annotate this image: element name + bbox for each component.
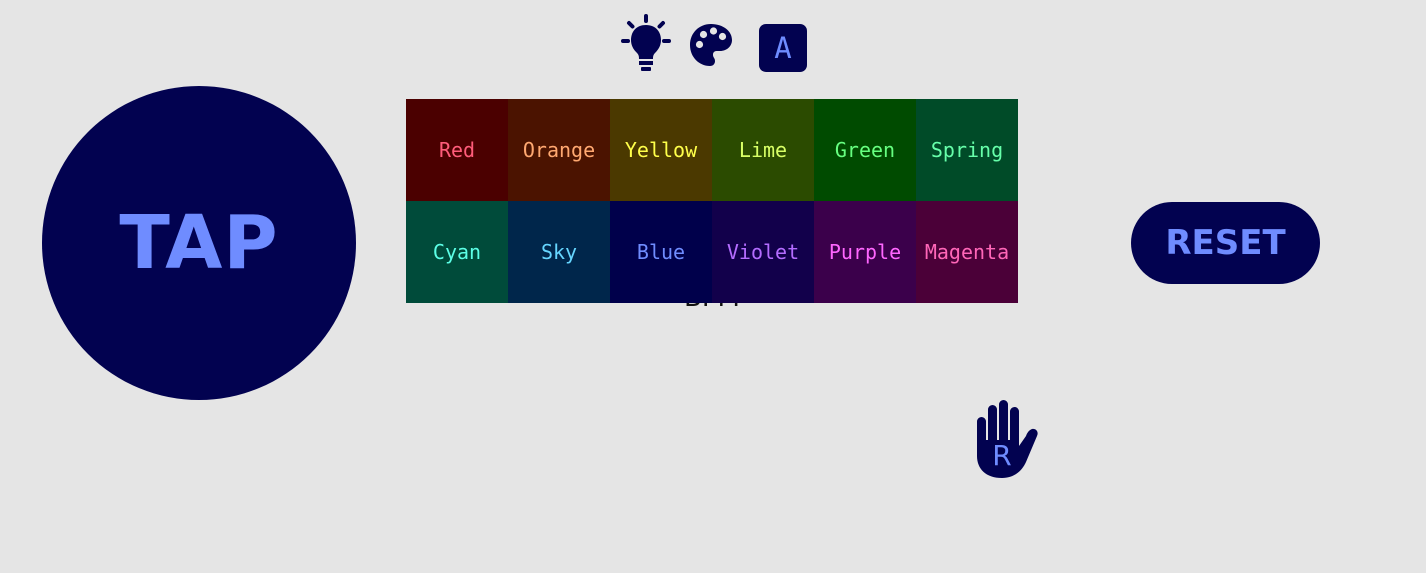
color-swatch-yellow[interactable]: Yellow [610, 99, 712, 201]
color-swatch-orange[interactable]: Orange [508, 99, 610, 201]
hand-icon[interactable]: R [972, 398, 1042, 480]
color-swatch-purple[interactable]: Purple [814, 201, 916, 303]
lightbulb-icon[interactable] [620, 14, 672, 74]
hand-letter: R [992, 439, 1012, 472]
color-swatch-blue[interactable]: Blue [610, 201, 712, 303]
color-swatch-sky[interactable]: Sky [508, 201, 610, 303]
reset-button[interactable]: RESET [1131, 202, 1320, 284]
color-swatch-cyan[interactable]: Cyan [406, 201, 508, 303]
app-root: A BPM RedOrangeYellowLimeGreenSpringCyan… [0, 0, 1426, 573]
color-swatch-magenta[interactable]: Magenta [916, 201, 1018, 303]
color-swatch-green[interactable]: Green [814, 99, 916, 201]
font-icon[interactable]: A [759, 24, 807, 72]
color-swatch-red[interactable]: Red [406, 99, 508, 201]
color-palette: Red Orange Yellow Lime Green Spring Cyan Sky Blu… [406, 99, 1018, 303]
toolbar: A [618, 14, 810, 74]
color-swatch-lime[interactable]: Lime [712, 99, 814, 201]
palette-icon[interactable] [688, 22, 734, 68]
color-swatch-spring[interactable]: Spring [916, 99, 1018, 201]
color-swatch-violet[interactable]: Violet [712, 201, 814, 303]
tap-button[interactable]: TAP [42, 86, 356, 400]
